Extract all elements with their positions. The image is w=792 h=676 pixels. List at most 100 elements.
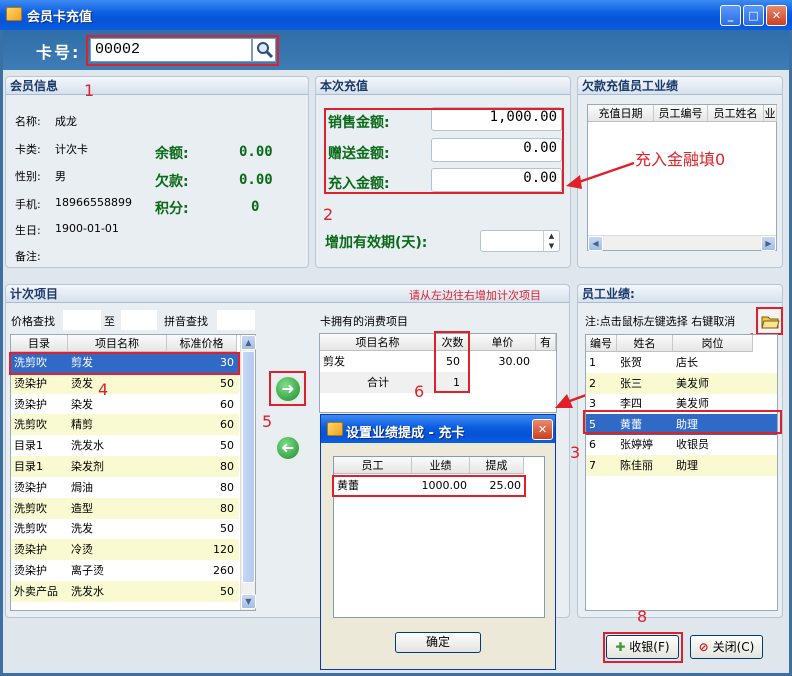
item-col-name[interactable]: 项目名称 <box>68 335 167 352</box>
minimize-button[interactable]: _ <box>720 5 741 26</box>
scroll-down-icon[interactable]: ▼ <box>241 594 256 609</box>
item-cell-category[interactable]: 烫染护 <box>11 539 68 560</box>
staff-cell-id[interactable]: 6 <box>586 434 617 455</box>
item-cell-price[interactable]: 80 <box>167 477 237 498</box>
item-cell-category[interactable]: 烫染护 <box>11 373 68 394</box>
dialog-title-bar[interactable]: 设置业绩提成 - 充卡 ✕ <box>321 415 555 443</box>
arrears-col-date[interactable]: 充值日期 <box>588 105 654 122</box>
staff-cell-name[interactable]: 张三 <box>617 373 673 394</box>
arrears-hscrollbar[interactable]: ◀ ▶ <box>588 235 776 251</box>
staff-cell-position[interactable]: 收银员 <box>673 434 753 455</box>
item-cell-name[interactable]: 冷烫 <box>68 539 167 560</box>
item-cell-category[interactable]: 洗剪吹 <box>11 518 68 539</box>
owned-cell-name[interactable]: 剪发 <box>320 351 436 372</box>
item-cell-name[interactable]: 焗油 <box>68 477 167 498</box>
title-bar[interactable]: 会员卡充值 _ □ ✕ <box>0 0 792 30</box>
item-cell-name[interactable]: 洗发水 <box>68 581 167 602</box>
staff-cell-position[interactable]: 助理 <box>673 455 753 476</box>
staff-cell-id[interactable]: 2 <box>586 373 617 394</box>
staff-cell-name[interactable]: 张婷婷 <box>617 434 673 455</box>
item-cell-category[interactable]: 烫染护 <box>11 477 68 498</box>
staff-col-position[interactable]: 岗位 <box>673 335 753 352</box>
staff-cell-id[interactable]: 7 <box>586 455 617 476</box>
staff-col-id[interactable]: 编号 <box>586 335 617 352</box>
dialog-ok-button[interactable]: 确定 <box>395 632 481 653</box>
table-row[interactable]: 2 张三 美发师 <box>586 372 777 394</box>
item-scroll-thumb[interactable] <box>242 351 255 583</box>
table-row[interactable]: 外卖产品 洗发水 50 <box>11 580 239 602</box>
item-cell-price[interactable]: 80 <box>167 498 237 519</box>
table-row[interactable]: 1 张贺 店长 <box>586 352 777 373</box>
item-cell-name[interactable]: 烫发 <box>68 373 167 394</box>
scroll-left-icon[interactable]: ◀ <box>588 236 603 251</box>
item-cell-price[interactable]: 60 <box>167 414 237 435</box>
item-cell-name[interactable]: 洗发 <box>68 518 167 539</box>
table-row[interactable]: 烫染护 焗油 80 <box>11 477 239 498</box>
pinyin-search-input[interactable] <box>217 310 255 330</box>
item-cell-name[interactable]: 染发剂 <box>68 456 167 477</box>
scroll-right-icon[interactable]: ▶ <box>761 236 776 251</box>
annotation-4: 4 <box>98 380 109 399</box>
table-row[interactable]: 目录1 洗发水 50 <box>11 435 239 456</box>
extend-spinner[interactable]: ▲ ▼ <box>543 231 559 251</box>
staff-cell-name[interactable]: 张贺 <box>617 352 673 373</box>
item-cell-price[interactable]: 50 <box>167 435 237 456</box>
remove-item-button[interactable]: ➜ <box>275 435 301 461</box>
table-row[interactable]: 6 张婷婷 收银员 <box>586 434 777 455</box>
dialog-col-staff[interactable]: 员工 <box>334 457 412 474</box>
dialog-close-button[interactable]: ✕ <box>532 419 553 440</box>
item-cell-category[interactable]: 目录1 <box>11 456 68 477</box>
item-cell-name[interactable]: 洗发水 <box>68 435 167 456</box>
dialog-col-perf[interactable]: 业绩 <box>412 457 470 474</box>
price-to-input[interactable] <box>121 310 157 330</box>
scroll-up-icon[interactable]: ▲ <box>241 335 256 350</box>
item-cell-price[interactable]: 50 <box>167 373 237 394</box>
item-cell-name[interactable]: 精剪 <box>68 414 167 435</box>
owned-col-name[interactable]: 项目名称 <box>320 334 436 351</box>
item-cell-category[interactable]: 烫染护 <box>11 560 68 581</box>
item-cell-category[interactable]: 洗剪吹 <box>11 498 68 519</box>
dialog-col-commission[interactable]: 提成 <box>470 457 524 474</box>
item-cell-price[interactable]: 50 <box>167 581 237 602</box>
item-col-price[interactable]: 标准价格 <box>167 335 237 352</box>
item-cell-category[interactable]: 外卖产品 <box>11 581 68 602</box>
item-vscrollbar[interactable]: ▲ ▼ <box>240 335 256 610</box>
table-row[interactable]: 目录1 染发剂 80 <box>11 456 239 477</box>
item-cell-category[interactable]: 洗剪吹 <box>11 414 68 435</box>
item-cell-name[interactable]: 离子烫 <box>68 560 167 581</box>
item-cell-category[interactable]: 目录1 <box>11 435 68 456</box>
item-cell-name[interactable]: 造型 <box>68 498 167 519</box>
arrears-col-perf[interactable]: 业 <box>764 105 777 122</box>
item-col-category[interactable]: 目录 <box>11 335 68 352</box>
table-row[interactable]: 洗剪吹 精剪 60 <box>11 414 239 436</box>
staff-cell-position[interactable]: 美发师 <box>673 373 753 394</box>
owned-cell-price[interactable]: 30.00 <box>470 351 536 372</box>
table-row[interactable]: 洗剪吹 造型 80 <box>11 497 239 519</box>
item-cell-name[interactable]: 染发 <box>68 394 167 415</box>
arrears-col-staff-name[interactable]: 员工姓名 <box>708 105 764 122</box>
close-window-button[interactable]: ✕ <box>766 5 787 26</box>
table-row[interactable]: 烫染护 烫发 50 <box>11 372 239 394</box>
table-row[interactable]: 洗剪吹 洗发 50 <box>11 518 239 539</box>
price-from-input[interactable] <box>63 310 101 330</box>
staff-table[interactable]: 编号 姓名 岗位 1 张贺 店长 2 张三 美发师 3 李四 美发师 5 黄蕾 助理 6 张婷婷 收银员 7 陈… <box>585 334 778 611</box>
owned-col-price[interactable]: 单价 <box>470 334 536 351</box>
staff-col-name[interactable]: 姓名 <box>617 335 673 352</box>
close-button[interactable]: ⊘ 关闭(C) <box>690 635 763 659</box>
staff-cell-id[interactable]: 1 <box>586 352 617 373</box>
item-table[interactable]: 目录 项目名称 标准价格 洗剪吹 剪发 30 烫染护 烫发 50 烫染护 染发 60 洗剪吹 精剪 6… <box>10 334 256 611</box>
item-cell-category[interactable]: 烫染护 <box>11 394 68 415</box>
item-cell-price[interactable]: 260 <box>167 560 237 581</box>
table-row[interactable]: 7 陈佳丽 助理 <box>586 454 777 476</box>
arrears-col-staff-id[interactable]: 员工编号 <box>654 105 708 122</box>
table-row[interactable]: 烫染护 冷烫 120 <box>11 539 239 561</box>
maximize-button[interactable]: □ <box>743 5 764 26</box>
item-cell-price[interactable]: 120 <box>167 539 237 560</box>
item-cell-price[interactable]: 50 <box>167 518 237 539</box>
staff-cell-name[interactable]: 陈佳丽 <box>617 455 673 476</box>
item-cell-price[interactable]: 60 <box>167 394 237 415</box>
table-row[interactable]: 烫染护 离子烫 260 <box>11 560 239 581</box>
staff-cell-position[interactable]: 店长 <box>673 352 753 373</box>
table-row[interactable]: 烫染护 染发 60 <box>11 394 239 415</box>
item-cell-price[interactable]: 80 <box>167 456 237 477</box>
